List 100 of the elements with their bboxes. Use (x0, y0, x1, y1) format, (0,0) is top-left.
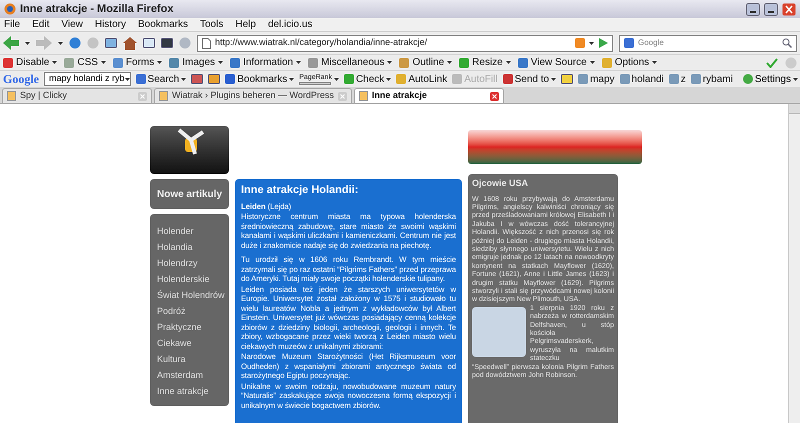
toolbar-button[interactable]: Search (136, 72, 186, 86)
caret-icon[interactable] (386, 78, 392, 80)
caret-icon[interactable] (387, 61, 392, 64)
bookmark-icon[interactable] (105, 37, 117, 49)
menu-item[interactable]: File (4, 17, 20, 32)
home-icon[interactable] (123, 36, 137, 50)
toolbar-button[interactable]: rybami (690, 72, 733, 86)
globe-icon (4, 3, 16, 15)
toolbar-menu-button[interactable]: Outline (399, 55, 452, 70)
toolbar-icon (399, 58, 410, 68)
menu-item[interactable]: Bookmarks (138, 17, 188, 32)
toolbar-button[interactable]: Bookmarks (225, 72, 294, 86)
toolbar-button[interactable]: Send to (502, 72, 556, 86)
toolbar-menu-button[interactable]: Options (602, 55, 658, 70)
toolbar-menu-button[interactable]: Information (230, 55, 302, 70)
toolbar-icon (169, 58, 180, 68)
google-logo: Google (3, 71, 39, 88)
caret-icon[interactable] (124, 78, 130, 80)
sidebar-link[interactable]: Holender (157, 226, 229, 236)
popup-icon[interactable] (191, 73, 204, 85)
toolbar-menu-button[interactable]: Resize (459, 55, 511, 70)
address-field[interactable]: http://www.wiatrak.nl/category/holandia/inne-atrakcje/ (197, 34, 613, 52)
caret-icon[interactable] (447, 61, 452, 64)
close-icon[interactable] (782, 2, 796, 16)
caret-icon[interactable] (181, 78, 186, 80)
check-icon (766, 58, 778, 68)
toolbar-button[interactable]: mapy (578, 72, 615, 86)
page-icon (159, 91, 168, 101)
browser-tab[interactable]: Wiatrak › Plugins beheren — WordPress (154, 88, 352, 103)
page-icon (7, 91, 16, 101)
menu-item[interactable]: Tools (200, 17, 224, 32)
caret-icon[interactable] (100, 61, 106, 64)
sidebar-link[interactable]: Kultura (157, 354, 229, 364)
sidebar-link[interactable]: Praktyczne (157, 322, 229, 332)
menu-item[interactable]: History (94, 17, 126, 32)
caret-icon[interactable] (58, 42, 63, 44)
toolbar-icon (112, 58, 123, 68)
toolbar-button[interactable]: holandi (620, 72, 664, 86)
sidebar-link[interactable]: Holendrzy (157, 258, 229, 268)
toolbar-menu-button[interactable]: Images (169, 55, 224, 70)
toolbar-menu-button[interactable]: Disable (3, 55, 58, 70)
caret-icon[interactable] (506, 61, 511, 64)
caret-icon[interactable] (334, 78, 339, 80)
caret-icon[interactable] (296, 61, 302, 64)
go-icon[interactable] (598, 38, 608, 48)
minimize-icon[interactable] (746, 2, 760, 16)
browser-tab[interactable]: Spy | Clicky (2, 88, 152, 103)
toolbar-icon (620, 74, 630, 84)
toolbar-icon (452, 74, 462, 84)
tab-close-icon[interactable] (490, 92, 499, 100)
caret-icon[interactable] (289, 78, 294, 80)
sidebar-link[interactable]: Podróż (157, 306, 229, 316)
caret-icon[interactable] (590, 61, 595, 64)
sidebar-link[interactable]: Świat Holendrów (157, 290, 229, 300)
toolbar-icon (308, 58, 318, 68)
sidebar-heading: Nowe artikuly (156, 188, 222, 202)
window-title: Inne atrakcje - Mozilla Firefox (20, 2, 174, 17)
windows-icon[interactable] (208, 73, 220, 85)
sidebar-link[interactable]: Inne atrakcje (157, 386, 229, 396)
browser-tab[interactable]: Inne atrakcje (354, 88, 504, 103)
toolbar-icon (578, 74, 588, 84)
scroll-thumb[interactable] (789, 104, 800, 114)
url-text: http://www.wiatrak.nl/category/holandia/inne-atrakcje/ (215, 36, 428, 50)
highlighter-icon[interactable] (561, 73, 574, 85)
back-arrow-icon[interactable] (3, 36, 19, 50)
caret-icon[interactable] (551, 78, 556, 80)
search-icon[interactable] (782, 38, 792, 48)
caret-icon[interactable] (589, 42, 594, 44)
toolbar-button[interactable]: z (668, 72, 686, 86)
search-field[interactable]: Google (619, 34, 797, 52)
toolbar-menu-button[interactable]: CSS (64, 55, 106, 70)
ship-photo-placeholder (472, 306, 526, 357)
caret-icon[interactable] (652, 61, 658, 64)
caret-icon[interactable] (157, 61, 162, 64)
toolbar-icon (459, 58, 470, 68)
sidebar-link[interactable]: Amsterdam (157, 370, 229, 380)
caret-icon[interactable] (52, 61, 58, 64)
query-combo-box[interactable]: mapy holandi z ryb (44, 72, 131, 86)
sidebar-link[interactable]: Ciekawe (157, 338, 229, 348)
toolbar-menu-button[interactable]: Forms (112, 55, 162, 70)
toolbar-menu-button[interactable]: Miscellaneous (308, 55, 392, 70)
caret-icon[interactable] (25, 42, 30, 44)
menu-item[interactable]: View (61, 17, 83, 32)
menu-item[interactable]: del.icio.us (268, 17, 312, 32)
menu-item[interactable]: Help (235, 17, 256, 32)
toolbar-icon (3, 58, 13, 68)
scrollbar[interactable] (788, 104, 800, 423)
settings-button[interactable]: Settings (742, 72, 798, 86)
caret-icon[interactable] (218, 61, 224, 64)
search-input[interactable]: Google (638, 37, 778, 49)
new-tab-icon[interactable] (143, 37, 155, 49)
menu-item[interactable]: Edit (32, 17, 50, 32)
window-icon[interactable] (161, 37, 173, 49)
toolbar-button[interactable]: Check (344, 72, 392, 86)
toolbar-menu-button[interactable]: View Source (518, 55, 595, 70)
toolbar-button[interactable]: AutoLink (396, 72, 448, 86)
sidebar-link[interactable]: Holenderskie (157, 274, 229, 284)
caret-icon[interactable] (792, 78, 798, 80)
reload-icon[interactable] (69, 37, 81, 49)
sidebar-link[interactable]: Holandia (157, 242, 229, 252)
